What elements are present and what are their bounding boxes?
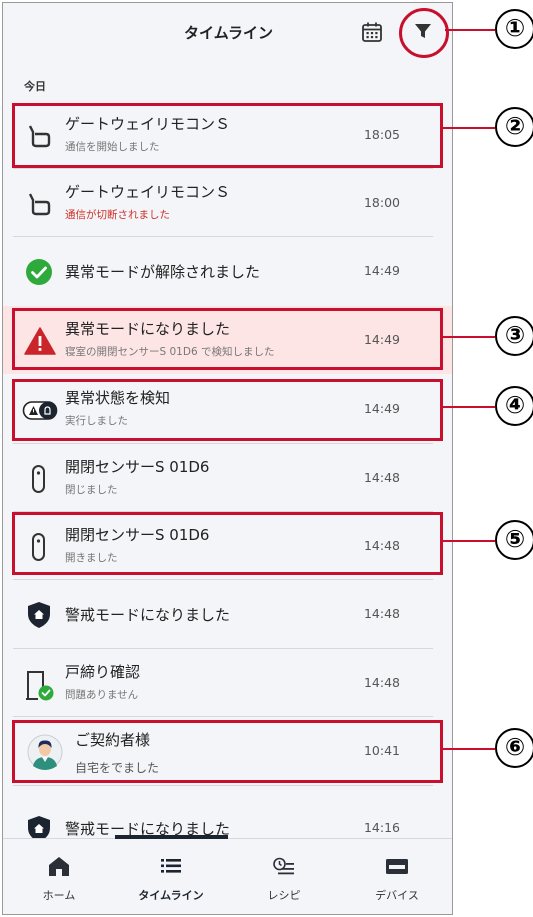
item-time: 14:16 <box>363 820 400 835</box>
annotation-box-4 <box>12 379 443 441</box>
item-time: 14:48 <box>363 606 400 621</box>
annotation-number-2: ② <box>495 107 533 147</box>
item-title: 戸締り確認 <box>65 663 141 681</box>
calendar-icon[interactable] <box>360 20 384 44</box>
nav-home[interactable]: ホーム <box>3 839 115 914</box>
bottom-navigation: ホーム タイムライン レシピ デバイス <box>3 835 452 914</box>
item-time: 14:49 <box>363 263 400 278</box>
check-circle-icon <box>24 257 54 287</box>
annotation-box-5 <box>12 512 443 575</box>
nav-label: レシピ <box>267 889 301 902</box>
annotation-connector <box>441 127 495 129</box>
annotation-connector <box>441 336 495 338</box>
security-shield-icon <box>24 600 54 630</box>
timeline-item[interactable]: 開閉センサーS 01D6 閉じました 14:48 <box>3 444 452 512</box>
item-time: 14:48 <box>363 470 400 485</box>
annotation-box-6 <box>12 720 443 783</box>
nav-label: ホーム <box>42 889 76 902</box>
divider <box>13 785 433 786</box>
timeline-item[interactable]: 戸締り確認 問題ありません 14:48 <box>3 649 452 717</box>
gateway-remote-icon <box>24 189 54 219</box>
item-subtitle: 問題ありません <box>65 689 139 701</box>
annotation-number-3: ③ <box>495 316 533 356</box>
annotation-connector <box>441 540 495 542</box>
item-subtitle: 閉じました <box>65 484 118 496</box>
device-icon <box>385 855 409 877</box>
recipe-icon <box>272 855 296 877</box>
annotation-number-4: ④ <box>495 386 533 426</box>
annotation-connector <box>441 406 495 408</box>
phone-screen: タイムライン 今日 ゲートウェイリモコンＳ 通信を開始しました 18:05 ゲー… <box>2 2 453 915</box>
home-icon <box>47 855 71 877</box>
nav-label: デバイス <box>375 889 419 902</box>
door-check-icon <box>24 669 54 701</box>
item-title: 開閉センサーS 01D6 <box>65 458 210 476</box>
annotation-number-1: ① <box>495 9 533 49</box>
annotation-circle-filter <box>399 8 449 58</box>
timeline-list-icon <box>159 855 183 877</box>
page-title: タイムライン <box>184 24 273 42</box>
annotation-number-6: ⑥ <box>495 728 533 768</box>
app-header: タイムライン <box>3 3 452 63</box>
nav-timeline[interactable]: タイムライン <box>115 839 227 914</box>
annotation-box-3 <box>12 308 443 370</box>
annotation-box-2 <box>12 103 443 168</box>
section-label-today: 今日 <box>24 80 46 93</box>
item-subtitle: 通信が切断されました <box>65 209 170 221</box>
open-close-sensor-icon <box>24 464 54 494</box>
item-time: 14:48 <box>363 675 400 690</box>
item-title: ゲートウェイリモコンＳ <box>65 183 231 201</box>
timeline-item[interactable]: 警戒モードになりました 14:48 <box>3 580 452 648</box>
nav-device[interactable]: デバイス <box>341 839 452 914</box>
item-time: 18:00 <box>363 195 400 210</box>
nav-label: タイムライン <box>138 889 204 902</box>
item-title: 警戒モードになりました <box>65 606 231 624</box>
item-title: 異常モードが解除されました <box>65 263 261 281</box>
annotation-connector <box>441 748 495 750</box>
timeline-item[interactable]: ゲートウェイリモコンＳ 通信が切断されました 18:00 <box>3 169 452 237</box>
annotation-connector <box>445 29 495 31</box>
nav-recipe[interactable]: レシピ <box>228 839 340 914</box>
timeline-item[interactable]: 異常モードが解除されました 14:49 <box>3 237 452 305</box>
annotation-number-5: ⑤ <box>495 520 533 560</box>
